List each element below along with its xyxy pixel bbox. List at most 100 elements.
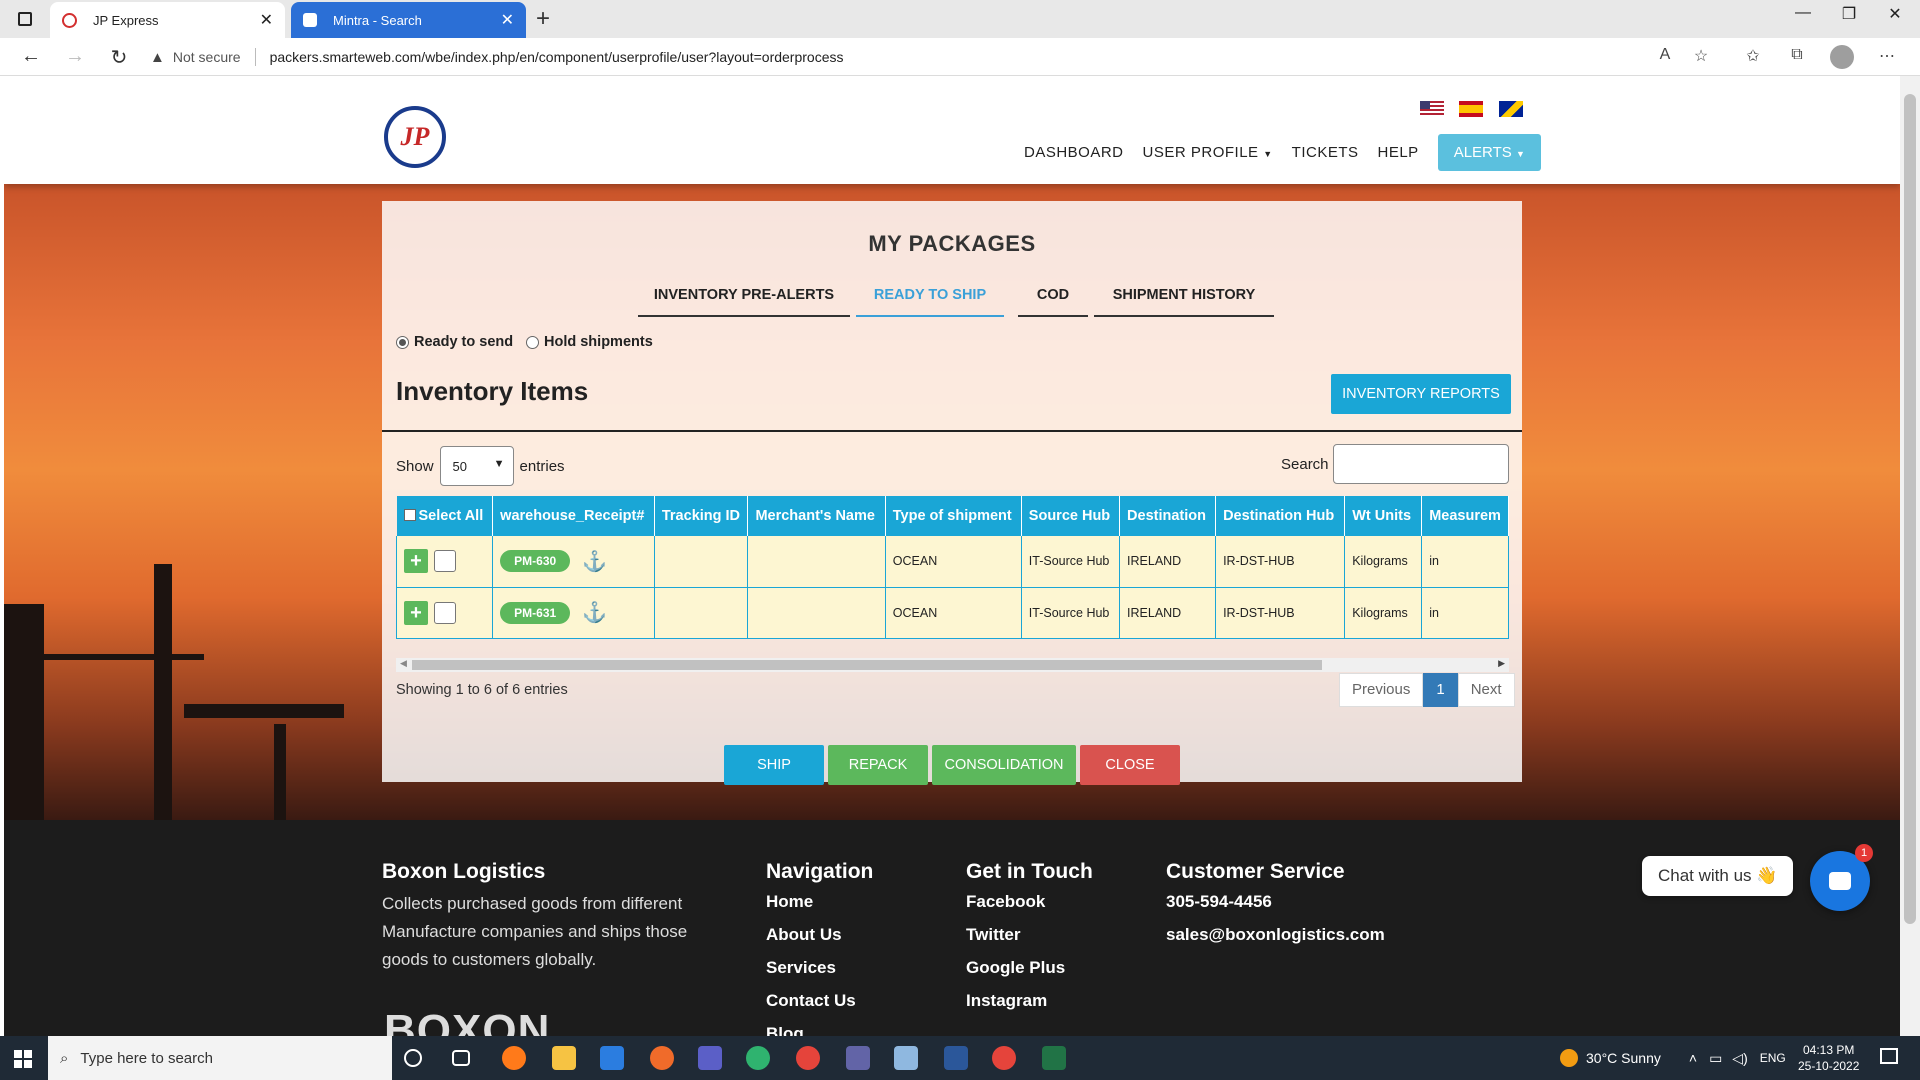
- close-button[interactable]: CLOSE: [1080, 745, 1180, 785]
- expand-row-icon[interactable]: +: [404, 549, 428, 574]
- alerts-button[interactable]: ALERTS ▼: [1437, 134, 1541, 171]
- file-explorer-icon[interactable]: [552, 1046, 576, 1070]
- footer-link-home[interactable]: Home: [766, 892, 813, 912]
- excel-icon[interactable]: [1042, 1046, 1066, 1070]
- taskbar-search-input[interactable]: ⌕ Type here to search: [48, 1036, 392, 1080]
- favorites-icon[interactable]: ✩: [1740, 46, 1766, 66]
- read-aloud-icon[interactable]: A: [1652, 46, 1678, 64]
- tab-cod[interactable]: COD: [1018, 273, 1088, 317]
- ship-button[interactable]: SHIP: [724, 745, 824, 785]
- cortana-icon[interactable]: [404, 1049, 422, 1067]
- footer-phone[interactable]: 305-594-4456: [1166, 892, 1272, 912]
- url-field[interactable]: ▲ Not secure packers.smarteweb.com/wbe/i…: [150, 41, 1710, 73]
- language-indicator[interactable]: ENG: [1760, 1051, 1786, 1065]
- mail-icon[interactable]: [600, 1046, 624, 1070]
- footer-email[interactable]: sales@boxonlogistics.com: [1166, 925, 1385, 945]
- add-favorite-icon[interactable]: ☆: [1688, 46, 1714, 66]
- scroll-left-icon[interactable]: ◀: [400, 658, 407, 669]
- nav-dashboard[interactable]: DASHBOARD: [1024, 144, 1124, 161]
- network-icon[interactable]: ▭: [1709, 1050, 1722, 1067]
- tab-ready-to-ship[interactable]: READY TO SHIP: [856, 273, 1004, 317]
- teams-icon[interactable]: [846, 1046, 870, 1070]
- package-icon[interactable]: ⚓: [582, 600, 607, 625]
- maximize-icon[interactable]: ❐: [1826, 4, 1872, 24]
- tab-shipment-history[interactable]: SHIPMENT HISTORY: [1094, 273, 1274, 317]
- close-tab-icon[interactable]: ✕: [501, 10, 514, 30]
- entries-select[interactable]: 50 ▼: [439, 446, 514, 486]
- minimize-icon[interactable]: —: [1780, 4, 1826, 22]
- footer-link-about[interactable]: About Us: [766, 925, 842, 945]
- chrome-icon[interactable]: [796, 1046, 820, 1070]
- close-tab-icon[interactable]: ✕: [260, 10, 273, 30]
- weather-text[interactable]: 30°C Sunny: [1586, 1050, 1661, 1066]
- radio-button[interactable]: [396, 335, 409, 349]
- profile-avatar-icon[interactable]: [1830, 45, 1854, 69]
- word-icon[interactable]: [944, 1046, 968, 1070]
- search-input[interactable]: [1333, 444, 1509, 484]
- select-all-checkbox[interactable]: [403, 509, 416, 521]
- receipt-badge[interactable]: PM-630: [500, 550, 571, 573]
- app-icon[interactable]: [698, 1046, 722, 1070]
- tab-inventory-pre-alerts[interactable]: INVENTORY PRE-ALERTS: [638, 273, 850, 317]
- repack-button[interactable]: REPACK: [828, 745, 928, 785]
- volume-icon[interactable]: ◁): [1732, 1050, 1747, 1067]
- receipt-badge[interactable]: PM-631: [500, 601, 571, 624]
- jp-express-logo[interactable]: JP: [384, 106, 446, 168]
- footer-link-blog[interactable]: Blog: [766, 1024, 804, 1036]
- column-header[interactable]: Destination: [1119, 496, 1217, 536]
- inventory-reports-button[interactable]: INVENTORY REPORTS: [1331, 374, 1511, 414]
- nav-help[interactable]: HELP: [1378, 144, 1419, 161]
- chrome-icon[interactable]: [992, 1046, 1016, 1070]
- reload-icon[interactable]: ↻: [104, 45, 134, 70]
- more-menu-icon[interactable]: ⋯: [1874, 46, 1900, 66]
- spain-flag-icon[interactable]: [1459, 101, 1483, 117]
- chat-greeting[interactable]: Chat with us 👋: [1642, 856, 1794, 896]
- column-header[interactable]: Type of shipment: [885, 496, 1022, 536]
- expand-row-icon[interactable]: +: [404, 600, 428, 625]
- close-window-icon[interactable]: ✕: [1872, 4, 1918, 24]
- back-icon[interactable]: ←: [16, 45, 46, 68]
- column-header[interactable]: Source Hub: [1021, 496, 1121, 536]
- bosnia-flag-icon[interactable]: [1499, 101, 1523, 117]
- previous-page-button[interactable]: Previous: [1339, 673, 1424, 707]
- radio-ready-to-send[interactable]: Ready to send: [396, 334, 513, 350]
- column-header[interactable]: Destination Hub: [1215, 496, 1346, 536]
- page-vertical-scrollbar[interactable]: [1900, 76, 1920, 1036]
- table-horizontal-scrollbar[interactable]: ◀ ▶: [396, 658, 1509, 672]
- select-all-header[interactable]: Select All: [396, 496, 494, 536]
- app-icon[interactable]: [650, 1046, 674, 1070]
- nav-user-profile[interactable]: USER PROFILE ▼: [1143, 144, 1273, 161]
- chevron-up-icon[interactable]: ˄: [1689, 1050, 1697, 1066]
- clock[interactable]: 04:13 PM 25-10-2022: [1798, 1042, 1859, 1074]
- footer-link-twitter[interactable]: Twitter: [966, 925, 1020, 945]
- column-header[interactable]: Tracking ID: [654, 496, 749, 536]
- scrollbar-thumb[interactable]: [1904, 94, 1916, 924]
- consolidation-button[interactable]: CONSOLIDATION: [932, 745, 1076, 785]
- radio-button[interactable]: [526, 335, 539, 349]
- radio-hold-shipments[interactable]: Hold shipments: [526, 334, 653, 350]
- row-checkbox[interactable]: [434, 601, 456, 624]
- notepad-icon[interactable]: [894, 1046, 918, 1070]
- notification-icon[interactable]: [1880, 1048, 1898, 1064]
- column-header[interactable]: Merchant's Name: [747, 496, 886, 536]
- next-page-button[interactable]: Next: [1457, 673, 1515, 707]
- firefox-icon[interactable]: [502, 1046, 526, 1070]
- scrollbar-thumb[interactable]: [412, 660, 1322, 670]
- package-icon[interactable]: ⚓: [582, 549, 607, 574]
- task-view-icon[interactable]: [452, 1050, 470, 1066]
- forward-icon[interactable]: →: [60, 45, 90, 68]
- row-checkbox[interactable]: [434, 550, 456, 573]
- footer-link-facebook[interactable]: Facebook: [966, 892, 1045, 912]
- us-flag-icon[interactable]: [1420, 101, 1444, 117]
- scroll-right-icon[interactable]: ▶: [1498, 658, 1505, 669]
- tab-actions-icon[interactable]: [18, 12, 32, 26]
- footer-link-google-plus[interactable]: Google Plus: [966, 958, 1065, 978]
- collections-icon[interactable]: ⧉: [1784, 46, 1810, 64]
- tab-mintra-search[interactable]: Mintra - Search ✕: [291, 2, 526, 38]
- page-1-button[interactable]: 1: [1423, 673, 1458, 707]
- footer-link-instagram[interactable]: Instagram: [966, 991, 1047, 1011]
- footer-link-contact[interactable]: Contact Us: [766, 991, 856, 1011]
- column-header[interactable]: Measurem: [1421, 496, 1509, 536]
- tab-jp-express[interactable]: JP Express ✕: [50, 2, 285, 38]
- windows-start-icon[interactable]: [14, 1050, 32, 1068]
